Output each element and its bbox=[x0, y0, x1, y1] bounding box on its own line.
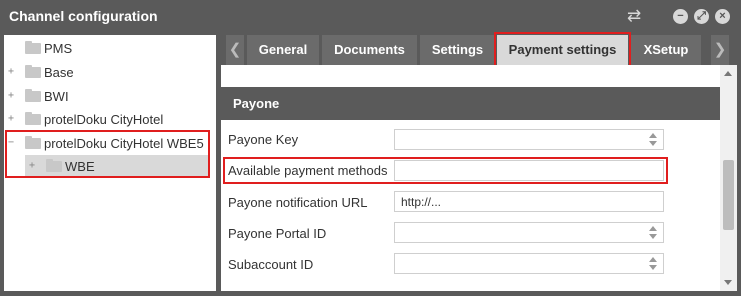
payone-portal-id-input[interactable] bbox=[394, 222, 664, 243]
expand-icon[interactable]: + bbox=[8, 91, 17, 101]
tab-xsetup[interactable]: XSetup bbox=[631, 35, 701, 65]
tab-settings[interactable]: Settings bbox=[420, 35, 495, 65]
scroll-up-icon[interactable] bbox=[724, 71, 732, 76]
expand-icon[interactable]: + bbox=[8, 67, 17, 77]
payone-key-input[interactable] bbox=[394, 129, 664, 150]
minimize-icon[interactable]: − bbox=[673, 9, 688, 24]
payone-notification-url-label: Payone notification URL bbox=[228, 195, 368, 210]
folder-icon bbox=[25, 41, 41, 54]
tree-item-proteldoku-cityhotel[interactable]: + protelDoku CityHotel bbox=[4, 108, 216, 130]
spinner-icon[interactable] bbox=[649, 225, 657, 240]
expand-icon[interactable]: + bbox=[8, 114, 17, 124]
channel-tree: PMS + Base + BWI + protelDoku CityHotel … bbox=[4, 35, 216, 291]
tree-item-bwi[interactable]: + BWI bbox=[4, 85, 216, 107]
payment-settings-panel: Payone Payone Key Available payment meth… bbox=[221, 65, 720, 291]
tree-item-label: PMS bbox=[44, 41, 73, 56]
folder-icon bbox=[25, 65, 41, 78]
tab-documents[interactable]: Documents bbox=[322, 35, 417, 65]
section-title: Payone bbox=[233, 96, 280, 111]
folder-icon bbox=[25, 112, 41, 125]
tree-item-base[interactable]: + Base bbox=[4, 61, 216, 83]
payment-methods-highlight-box bbox=[223, 157, 668, 184]
payone-key-label: Payone Key bbox=[228, 132, 299, 147]
swap-icon[interactable]: ⇄ bbox=[627, 6, 641, 26]
tree-highlight-box bbox=[5, 130, 210, 178]
payone-notification-url-input[interactable]: http://... bbox=[394, 191, 664, 212]
window-title: Channel configuration bbox=[9, 8, 158, 24]
tree-item-label: protelDoku CityHotel bbox=[44, 112, 164, 127]
scrollbar-thumb[interactable] bbox=[723, 160, 734, 230]
tree-item-label: Base bbox=[44, 65, 74, 80]
maximize-icon[interactable]: ⤢ bbox=[694, 9, 709, 24]
subaccount-id-input[interactable] bbox=[394, 253, 664, 274]
subaccount-id-label: Subaccount ID bbox=[228, 257, 314, 272]
folder-icon bbox=[25, 89, 41, 102]
spinner-icon[interactable] bbox=[649, 256, 657, 271]
payone-notification-url-value: http://... bbox=[401, 195, 442, 209]
tab-general[interactable]: General bbox=[247, 35, 319, 65]
spinner-icon[interactable] bbox=[649, 132, 657, 147]
tree-item-label: BWI bbox=[44, 89, 69, 104]
tab-next-arrow[interactable]: ❯ bbox=[711, 35, 729, 65]
close-icon[interactable]: × bbox=[715, 9, 730, 24]
payone-portal-id-label: Payone Portal ID bbox=[228, 226, 327, 241]
vertical-scrollbar[interactable] bbox=[720, 65, 737, 291]
tab-highlight-box bbox=[494, 32, 631, 67]
scroll-down-icon[interactable] bbox=[724, 280, 732, 285]
title-bar: Channel configuration ⇄ − ⤢ × bbox=[0, 0, 741, 33]
tab-prev-arrow[interactable]: ❮ bbox=[226, 35, 244, 65]
tree-item-pms[interactable]: PMS bbox=[4, 37, 216, 59]
section-header: Payone bbox=[221, 87, 720, 120]
